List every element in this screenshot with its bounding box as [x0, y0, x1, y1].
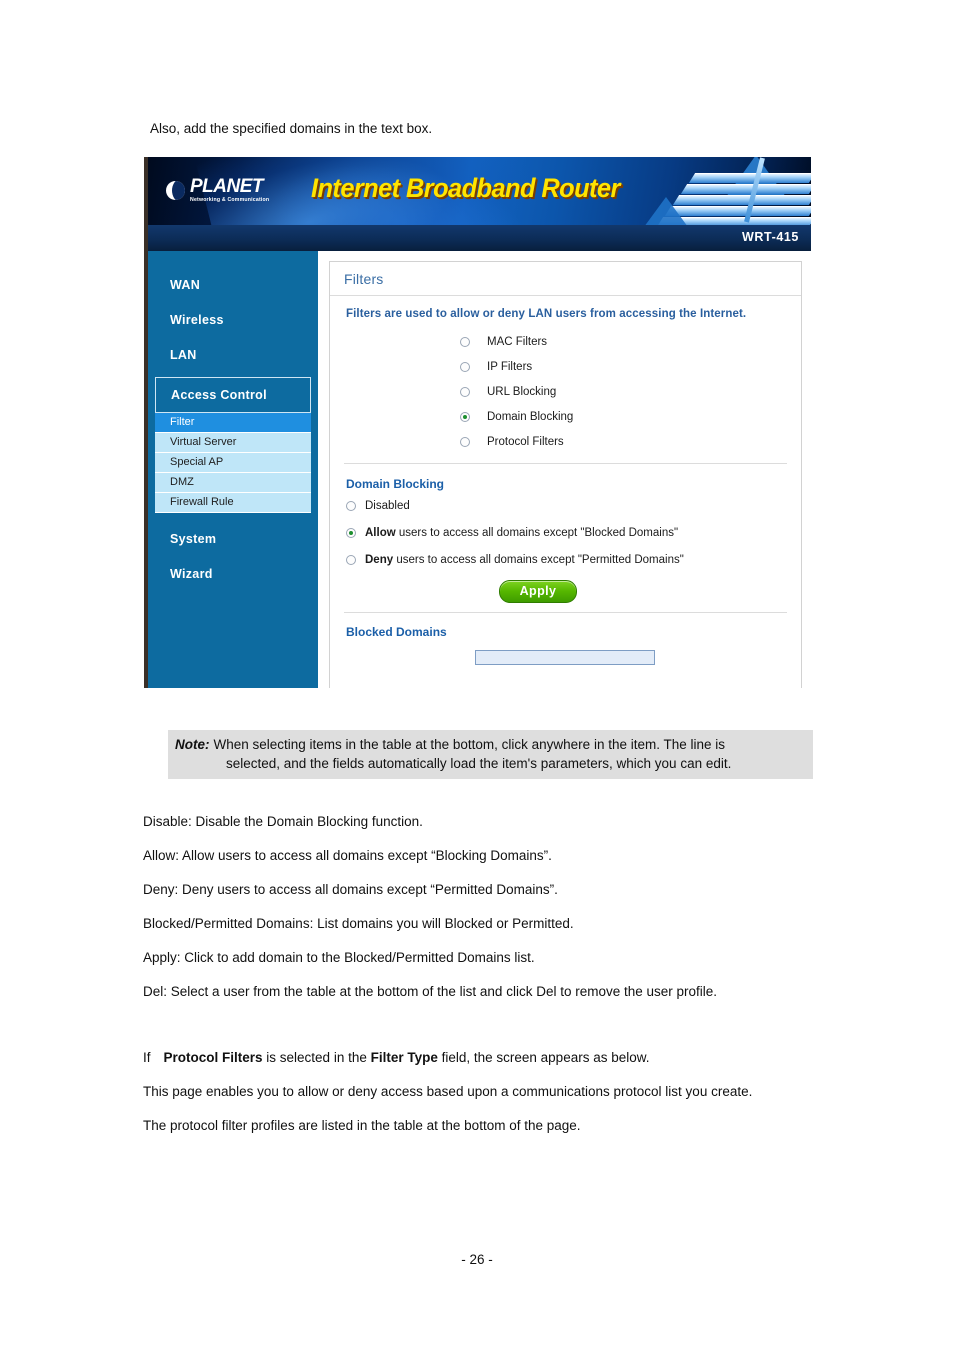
definition-disable: Disable: Disable the Domain Blocking fun…: [143, 814, 423, 829]
note-line-1: Note: When selecting items in the table a…: [168, 735, 813, 754]
radio-icon[interactable]: [460, 436, 470, 447]
closing-line-3: The protocol filter profiles are listed …: [143, 1118, 581, 1133]
sidebar-item-wan[interactable]: WAN: [148, 268, 318, 303]
model-number: WRT-415: [742, 230, 799, 244]
domain-option-allow[interactable]: Allow users to access all domains except…: [330, 521, 801, 545]
router-ui-screenshot: PLANET Networking & Communication Intern…: [144, 157, 811, 688]
note-line-2: selected, and the fields automatically l…: [226, 756, 732, 771]
intro-paragraph: Also, add the specified domains in the t…: [150, 121, 433, 136]
filter-type-radio-group: MAC Filters IP Filters URL Blocking Doma…: [330, 320, 801, 454]
note-text-1: When selecting items in the table at the…: [213, 737, 726, 752]
domain-blocking-radio-group: Disabled Allow users to access all domai…: [330, 494, 801, 572]
apply-button[interactable]: Apply: [498, 580, 578, 603]
radio-icon-selected[interactable]: [346, 528, 356, 538]
banner-title: Internet Broadband Router: [311, 173, 620, 203]
definition-blocked-permitted: Blocked/Permitted Domains: List domains …: [143, 916, 574, 931]
radio-icon-selected[interactable]: [460, 411, 470, 422]
stack-bar: [672, 195, 811, 205]
planet-crescent-icon: [166, 180, 185, 200]
sidebar-nav: WAN Wireless LAN Access Control Filter V…: [148, 251, 318, 688]
note-callout: Note: When selecting items in the table a…: [168, 730, 813, 779]
triangle-shape-icon-2: [644, 197, 688, 225]
if-word: If: [143, 1050, 151, 1065]
filters-panel: Filters Filters are used to allow or den…: [329, 261, 802, 688]
panel-description: Filters are used to allow or deny LAN us…: [346, 308, 747, 320]
definition-deny: Deny: Deny users to access all domains e…: [143, 882, 558, 897]
sidebar-submenu: Filter Virtual Server Special AP DMZ Fir…: [155, 413, 311, 513]
protocol-filters-bold: Protocol Filters: [163, 1050, 263, 1065]
filter-option-url-blocking[interactable]: URL Blocking: [330, 379, 801, 404]
filter-option-label: Protocol Filters: [487, 435, 564, 448]
filter-option-protocol-filters[interactable]: Protocol Filters: [330, 429, 801, 454]
domain-option-label: Allow users to access all domains except…: [365, 527, 678, 539]
domain-blocking-heading: Domain Blocking: [346, 477, 445, 491]
brand-tagline: Networking & Communication: [190, 197, 270, 203]
sidebar-item-system[interactable]: System: [148, 522, 318, 557]
sidebar-subitem-firewall-rule[interactable]: Firewall Rule: [155, 493, 311, 513]
domain-option-label: Deny users to access all domains except …: [365, 554, 684, 566]
filter-type-bold: Filter Type: [370, 1050, 438, 1065]
planet-logo-text: PLANET Networking & Communication: [190, 177, 269, 203]
page-number: - 26 -: [461, 1252, 493, 1267]
radio-icon[interactable]: [460, 361, 470, 372]
domain-option-keyword: Deny: [365, 554, 394, 566]
filter-option-mac-filters[interactable]: MAC Filters: [330, 329, 801, 354]
definition-list: Disable: Disable the Domain Blocking fun…: [143, 813, 843, 1017]
domain-option-keyword: Allow: [365, 527, 396, 539]
radio-icon[interactable]: [460, 336, 470, 347]
sidebar-subitem-filter[interactable]: Filter: [155, 413, 311, 433]
domain-option-text: users to access all domains except "Bloc…: [395, 527, 679, 539]
closing-mid-text: is selected in the: [262, 1050, 371, 1065]
blocked-domains-heading: Blocked Domains: [346, 625, 447, 639]
stack-bar: [688, 173, 811, 183]
router-ui-body: WAN Wireless LAN Access Control Filter V…: [148, 251, 811, 688]
model-bar: WRT-415: [148, 225, 811, 251]
banner-stack-graphic: [640, 157, 811, 225]
panel-title: Filters: [330, 262, 801, 296]
filter-option-ip-filters[interactable]: IP Filters: [330, 354, 801, 379]
blocked-domains-input-container: [330, 639, 801, 665]
filter-option-label: URL Blocking: [487, 385, 557, 398]
sidebar-item-wizard[interactable]: Wizard: [148, 557, 318, 592]
domain-option-disabled[interactable]: Disabled: [330, 494, 801, 518]
filter-option-label: MAC Filters: [487, 335, 548, 348]
sidebar-subitem-special-ap[interactable]: Special AP: [155, 453, 311, 473]
closing-end-text: field, the screen appears as below.: [437, 1050, 650, 1065]
definition-apply: Apply: Click to add domain to the Blocke…: [143, 950, 535, 965]
note-label: Note:: [175, 737, 210, 752]
content-area: Filters Filters are used to allow or den…: [318, 251, 811, 688]
sidebar-item-lan[interactable]: LAN: [148, 338, 318, 373]
closing-line-2: This page enables you to allow or deny a…: [143, 1084, 753, 1099]
definition-del: Del: Select a user from the table at the…: [143, 984, 718, 999]
filter-option-label: IP Filters: [487, 360, 533, 373]
planet-logo: PLANET Networking & Communication: [166, 177, 269, 203]
sidebar-subitem-virtual-server[interactable]: Virtual Server: [155, 433, 311, 453]
sidebar-item-access-control[interactable]: Access Control: [155, 377, 311, 413]
router-banner: PLANET Networking & Communication Intern…: [148, 157, 811, 225]
domain-option-deny[interactable]: Deny users to access all domains except …: [330, 548, 801, 572]
radio-icon[interactable]: [346, 501, 356, 511]
filter-option-label: Domain Blocking: [487, 410, 574, 423]
stack-bar: [680, 184, 811, 194]
sidebar-subitem-dmz[interactable]: DMZ: [155, 473, 311, 493]
blocked-domains-input[interactable]: [475, 649, 655, 665]
definition-allow: Allow: Allow users to access all domains…: [143, 848, 552, 863]
closing-line-1: If Protocol Filters is selected in the Fi…: [143, 1049, 843, 1066]
domain-option-text: users to access all domains except "Perm…: [393, 554, 684, 566]
domain-option-label: Disabled: [365, 500, 410, 512]
closing-paragraphs: If Protocol Filters is selected in the Fi…: [143, 1049, 843, 1134]
radio-icon[interactable]: [460, 386, 470, 397]
apply-button-container: Apply: [330, 572, 746, 603]
filter-option-domain-blocking[interactable]: Domain Blocking: [330, 404, 801, 429]
sidebar-item-wireless[interactable]: Wireless: [148, 303, 318, 338]
brand-name: PLANET: [190, 176, 264, 197]
radio-icon[interactable]: [346, 555, 356, 565]
